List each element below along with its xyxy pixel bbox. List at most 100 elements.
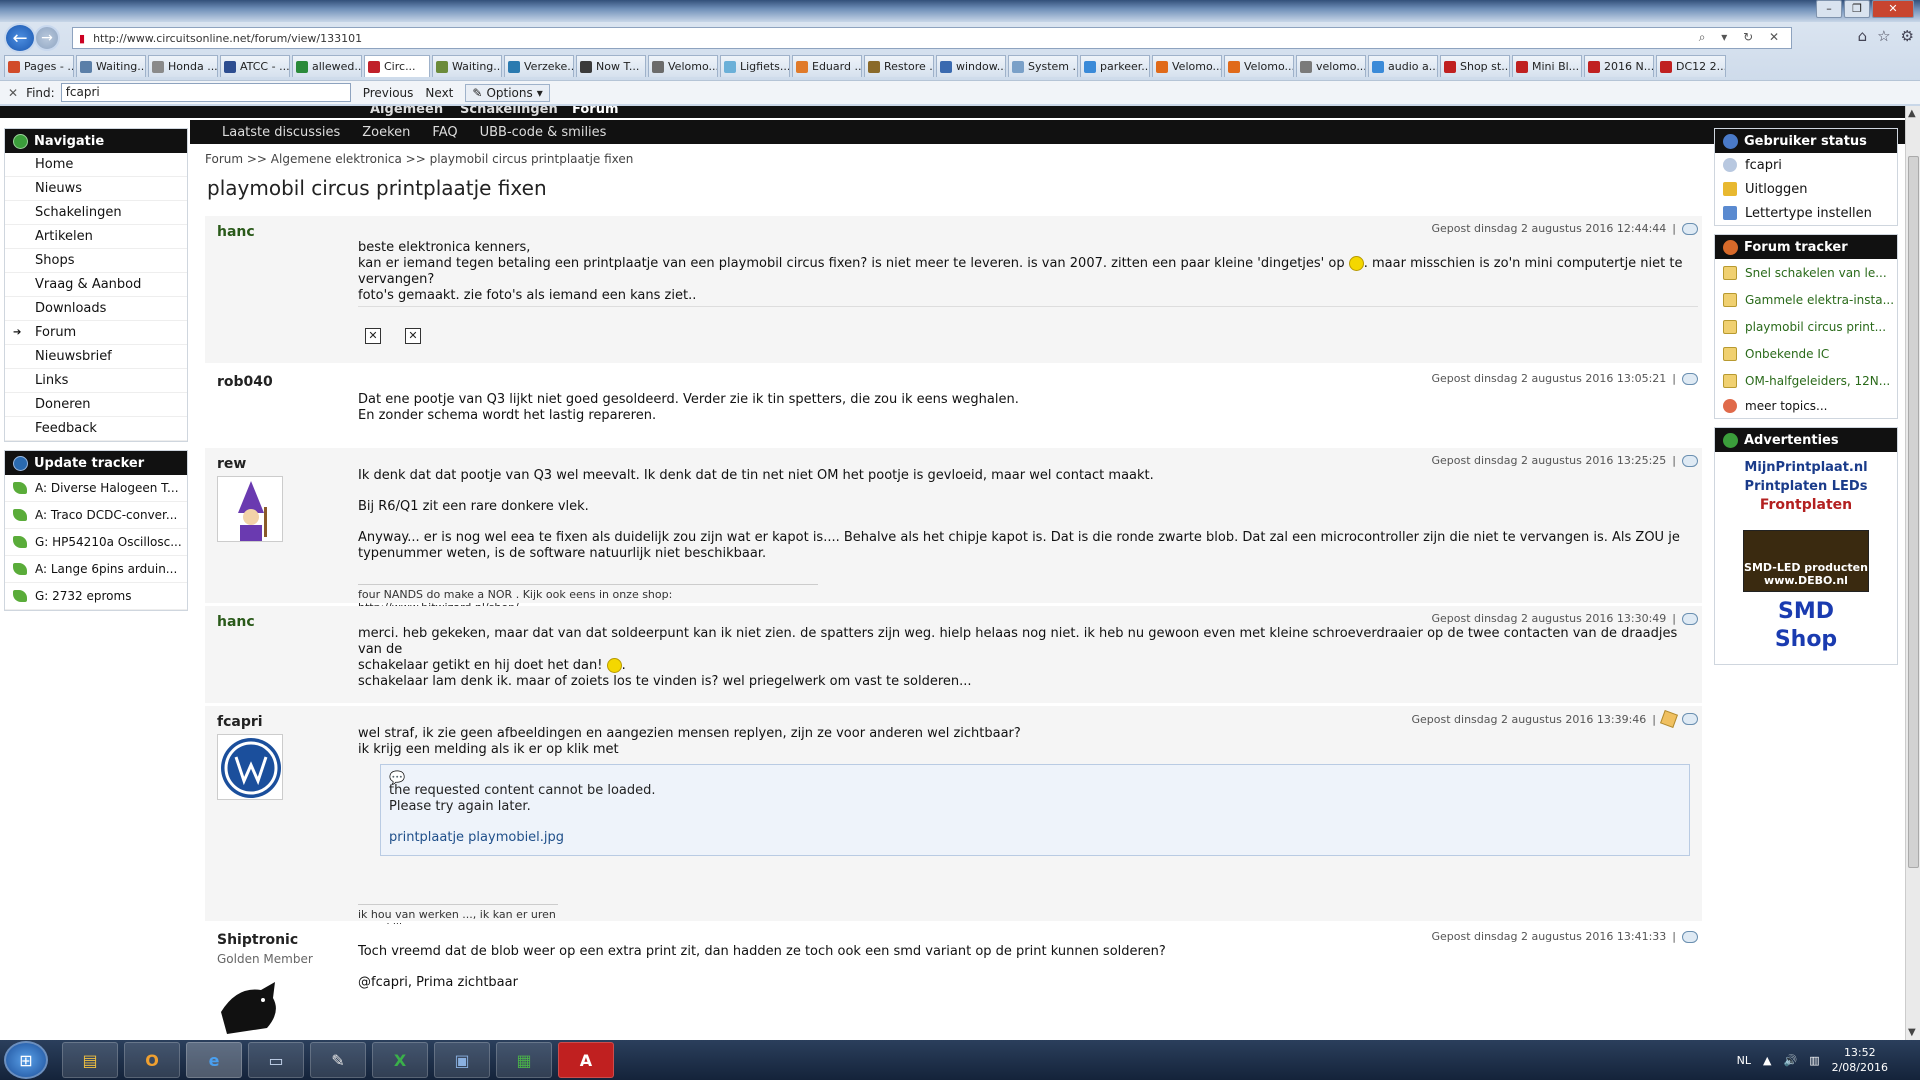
subnav-laatste-discussies[interactable]: Laatste discussies [222, 125, 340, 140]
browser-tab[interactable]: audio a... [1368, 55, 1438, 77]
ad-debo[interactable]: SMD-LED producten www.DEBO.nl [1743, 530, 1869, 592]
update-item[interactable]: G: 2732 eproms [5, 583, 187, 610]
post-author[interactable]: rob040 [217, 374, 273, 390]
forward-button[interactable]: → [34, 25, 60, 51]
browser-tab[interactable]: Shop st... [1440, 55, 1510, 77]
more-topics-link[interactable]: meer topics... [1715, 394, 1897, 418]
nav-item[interactable]: Downloads [5, 297, 187, 321]
quote-icon[interactable] [1682, 454, 1698, 467]
browser-tab[interactable]: Now T... [576, 55, 646, 77]
volume-icon[interactable]: 🔊 [1783, 1054, 1797, 1067]
tracker-topic[interactable]: Onbekende IC [1715, 340, 1897, 367]
post-author[interactable]: hanc [217, 614, 255, 630]
update-item[interactable]: A: Traco DCDC-conver... [5, 502, 187, 529]
nav-item[interactable]: Home [5, 153, 187, 177]
nav-item[interactable]: Forum [5, 321, 187, 345]
update-item[interactable]: A: Diverse Halogeen T... [5, 475, 187, 502]
font-settings-link[interactable]: Lettertype instellen [1715, 201, 1897, 225]
scrollbar-thumb[interactable] [1908, 156, 1919, 868]
nav-item[interactable]: Vraag & Aanbod [5, 273, 187, 297]
internet-explorer-taskbar-icon[interactable]: e [186, 1042, 242, 1078]
back-button[interactable]: ← [4, 23, 36, 53]
tracker-topic[interactable]: OM-halfgeleiders, 12N... [1715, 367, 1897, 394]
page-scrollbar[interactable]: ▲ ▼ [1905, 106, 1920, 1040]
outlook-taskbar-icon[interactable]: O [124, 1042, 180, 1078]
excel-taskbar-icon[interactable]: X [372, 1042, 428, 1078]
browser-tab[interactable]: Velomo... [1152, 55, 1222, 77]
browser-tab[interactable]: Mini Bl... [1512, 55, 1582, 77]
quote-icon[interactable] [1682, 713, 1698, 725]
browser-tab[interactable]: ATCC - ... [220, 55, 290, 77]
browser-tab[interactable]: parkeer... [1080, 55, 1150, 77]
remote-desktop-taskbar-icon[interactable]: ▣ [434, 1042, 490, 1078]
username[interactable]: fcapri [1715, 153, 1897, 177]
browser-tab[interactable]: window... [936, 55, 1006, 77]
browser-tab[interactable]: Velomo... [648, 55, 718, 77]
update-item[interactable]: G: HP54210a Oscillosc... [5, 529, 187, 556]
quote-icon[interactable] [1682, 222, 1698, 235]
broken-image-icon[interactable]: ✕ [405, 328, 421, 344]
breadcrumb[interactable]: Forum >> Algemene elektronica >> playmob… [205, 152, 1702, 172]
language-indicator[interactable]: NL [1737, 1054, 1751, 1067]
window-taskbar-icon[interactable]: ▭ [248, 1042, 304, 1078]
tracker-topic[interactable]: Gammele elektra-insta... [1715, 286, 1897, 313]
post-author[interactable]: fcapri [217, 714, 263, 730]
maximize-icon[interactable]: ❐ [1844, 0, 1870, 18]
topnav-algemeen[interactable]: Algemeen [370, 106, 443, 117]
favorites-icon[interactable]: ☆ [1877, 27, 1890, 45]
clock[interactable]: 13:52 2/08/2016 [1832, 1045, 1888, 1075]
tools-taskbar-icon[interactable]: ✎ [310, 1042, 366, 1078]
post-author[interactable]: Shiptronic [217, 932, 298, 948]
network-icon[interactable]: ▥ [1809, 1054, 1819, 1067]
browser-tab[interactable]: Restore ... [864, 55, 934, 77]
app-taskbar-icon[interactable]: ▦ [496, 1042, 552, 1078]
minimize-icon[interactable]: – [1816, 0, 1842, 18]
tracker-topic[interactable]: Snel schakelen van le... [1715, 259, 1897, 286]
ad-smd-shop[interactable]: SMD Shop [1743, 598, 1869, 658]
browser-tab[interactable]: DC12 2... [1656, 55, 1726, 77]
nav-item[interactable]: Schakelingen [5, 201, 187, 225]
logout-link[interactable]: Uitloggen [1715, 177, 1897, 201]
browser-tab[interactable]: allewed... [292, 55, 362, 77]
nav-item[interactable]: Feedback [5, 417, 187, 441]
browser-tab[interactable]: Verzeke... [504, 55, 574, 77]
update-item[interactable]: A: Lange 6pins arduin... [5, 556, 187, 583]
nav-item[interactable]: Doneren [5, 393, 187, 417]
quote-icon[interactable] [1682, 612, 1698, 625]
scroll-up-icon[interactable]: ▲ [1908, 108, 1916, 119]
scroll-down-icon[interactable]: ▼ [1908, 1027, 1916, 1038]
topnav-schakelingen[interactable]: Schakelingen [460, 106, 558, 117]
browser-tab[interactable]: System ... [1008, 55, 1078, 77]
broken-image-icon[interactable]: ✕ [365, 328, 381, 344]
browser-tab[interactable]: Circ... [364, 55, 430, 77]
tracker-topic[interactable]: playmobil circus print... [1715, 313, 1897, 340]
find-next-button[interactable]: Next [425, 86, 453, 100]
find-previous-button[interactable]: Previous [363, 86, 414, 100]
home-icon[interactable]: ⌂ [1858, 27, 1868, 45]
acrobat-taskbar-icon[interactable]: A [558, 1042, 614, 1078]
post-author[interactable]: rew [217, 456, 246, 472]
browser-tab[interactable]: Honda ... [148, 55, 218, 77]
close-icon[interactable]: ✕ [1872, 0, 1914, 18]
find-input[interactable]: fcapri [60, 83, 351, 102]
start-button[interactable]: ⊞ [4, 1041, 48, 1079]
nav-item[interactable]: Nieuws [5, 177, 187, 201]
find-close-icon[interactable]: ✕ [8, 86, 18, 100]
browser-tab[interactable]: Eduard ... [792, 55, 862, 77]
post-author[interactable]: hanc [217, 224, 255, 240]
subnav-ubb-code[interactable]: UBB-code & smilies [480, 125, 607, 140]
nav-item[interactable]: Nieuwsbrief [5, 345, 187, 369]
address-bar[interactable]: ▮ http://www.circuitsonline.net/forum/vi… [72, 27, 1792, 49]
explorer-taskbar-icon[interactable]: ▤ [62, 1042, 118, 1078]
tray-expand-icon[interactable]: ▲ [1763, 1054, 1771, 1067]
browser-tab[interactable]: Waiting... [432, 55, 502, 77]
browser-tab[interactable]: 2016 N... [1584, 55, 1654, 77]
nav-item[interactable]: Artikelen [5, 225, 187, 249]
subnav-zoeken[interactable]: Zoeken [362, 125, 410, 140]
subnav-faq[interactable]: FAQ [432, 125, 457, 140]
nav-item[interactable]: Links [5, 369, 187, 393]
topnav-forum[interactable]: Forum [572, 106, 619, 117]
browser-tab[interactable]: velomo... [1296, 55, 1366, 77]
browser-tab[interactable]: Waiting... [76, 55, 146, 77]
quote-icon[interactable] [1682, 930, 1698, 943]
